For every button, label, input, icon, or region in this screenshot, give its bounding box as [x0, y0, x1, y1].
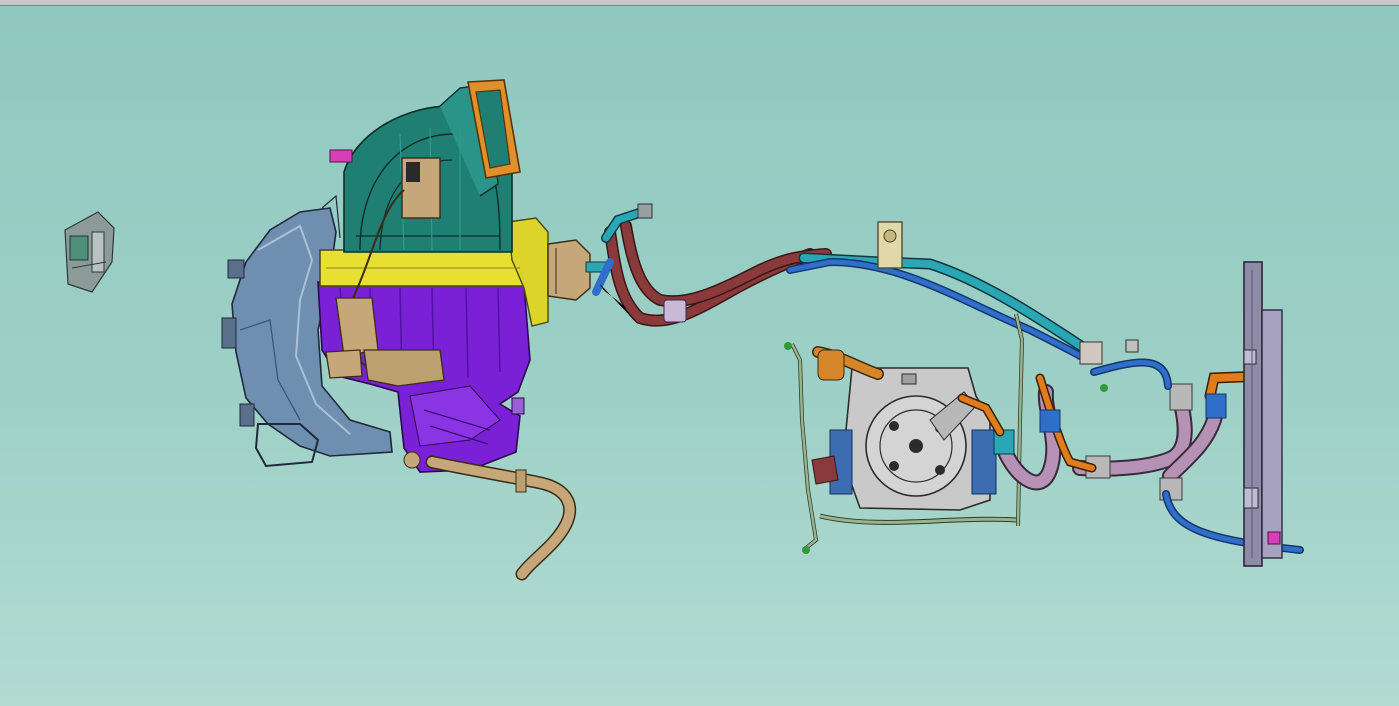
compressor[interactable]: [811, 346, 997, 511]
discharge-hose[interactable]: [993, 383, 1226, 501]
liquid-line[interactable]: [601, 203, 1103, 365]
suction-line[interactable]: [592, 220, 832, 327]
small-module[interactable]: [64, 211, 115, 293]
assembly-scene: [64, 79, 1304, 581]
condenser-receiver[interactable]: [1243, 261, 1283, 567]
cad-viewport[interactable]: [0, 0, 1399, 706]
